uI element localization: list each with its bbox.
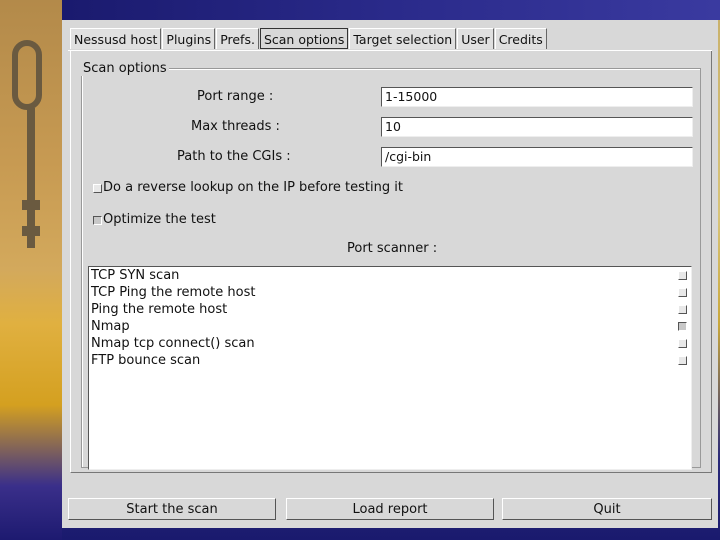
background-decoration [0,0,62,540]
port-scanner-list[interactable]: TCP SYN scan TCP Ping the remote host Pi… [88,266,692,470]
optimize-checkbox[interactable] [93,216,102,225]
key-bit-decoration [22,200,40,210]
optimize-label: Optimize the test [103,212,216,227]
tab-scan-options[interactable]: Scan options [259,28,349,49]
quit-button[interactable]: Quit [502,498,712,520]
key-decoration [12,40,42,110]
scanner-checkbox[interactable] [678,322,687,331]
cgi-path-label: Path to the CGIs : [177,149,291,164]
scanner-label: Ping the remote host [91,302,228,317]
tab-nessusd-host[interactable]: Nessusd host [70,28,162,49]
nessus-window: Nessusd host Plugins Prefs. Scan options… [62,20,718,528]
max-threads-field[interactable]: 10 [381,117,693,137]
cgi-path-field[interactable]: /cgi-bin [381,147,693,167]
tab-target-selection[interactable]: Target selection [349,28,457,49]
scanner-checkbox[interactable] [678,305,687,314]
scanner-label: TCP SYN scan [91,268,180,283]
scanner-checkbox[interactable] [678,339,687,348]
port-range-field[interactable]: 1-15000 [381,87,693,107]
scanner-label: TCP Ping the remote host [91,285,256,300]
list-item[interactable]: TCP SYN scan [89,267,691,284]
scanner-checkbox[interactable] [678,288,687,297]
scanner-checkbox[interactable] [678,356,687,365]
reverse-lookup-label: Do a reverse lookup on the IP before tes… [103,180,403,195]
group-title: Scan options [81,61,169,76]
tab-user[interactable]: User [457,28,494,49]
key-bit-decoration [22,226,40,236]
list-item[interactable]: FTP bounce scan [89,352,691,369]
list-item[interactable]: Nmap [89,318,691,335]
tab-plugins[interactable]: Plugins [162,28,216,49]
port-scanner-label: Port scanner : [347,241,438,256]
port-range-label: Port range : [197,89,274,104]
reverse-lookup-checkbox[interactable] [93,184,102,193]
scanner-label: FTP bounce scan [91,353,201,368]
max-threads-label: Max threads : [191,119,280,134]
list-item[interactable]: TCP Ping the remote host [89,284,691,301]
list-item[interactable]: Ping the remote host [89,301,691,318]
start-scan-button[interactable]: Start the scan [68,498,276,520]
scanner-checkbox[interactable] [678,271,687,280]
scanner-label: Nmap [91,319,130,334]
background-top-strip [62,0,720,20]
tab-bar: Nessusd host Plugins Prefs. Scan options… [70,28,547,50]
list-item[interactable]: Nmap tcp connect() scan [89,335,691,352]
load-report-button[interactable]: Load report [286,498,494,520]
scanner-label: Nmap tcp connect() scan [91,336,255,351]
tab-credits[interactable]: Credits [494,28,547,49]
tab-prefs[interactable]: Prefs. [216,28,259,49]
